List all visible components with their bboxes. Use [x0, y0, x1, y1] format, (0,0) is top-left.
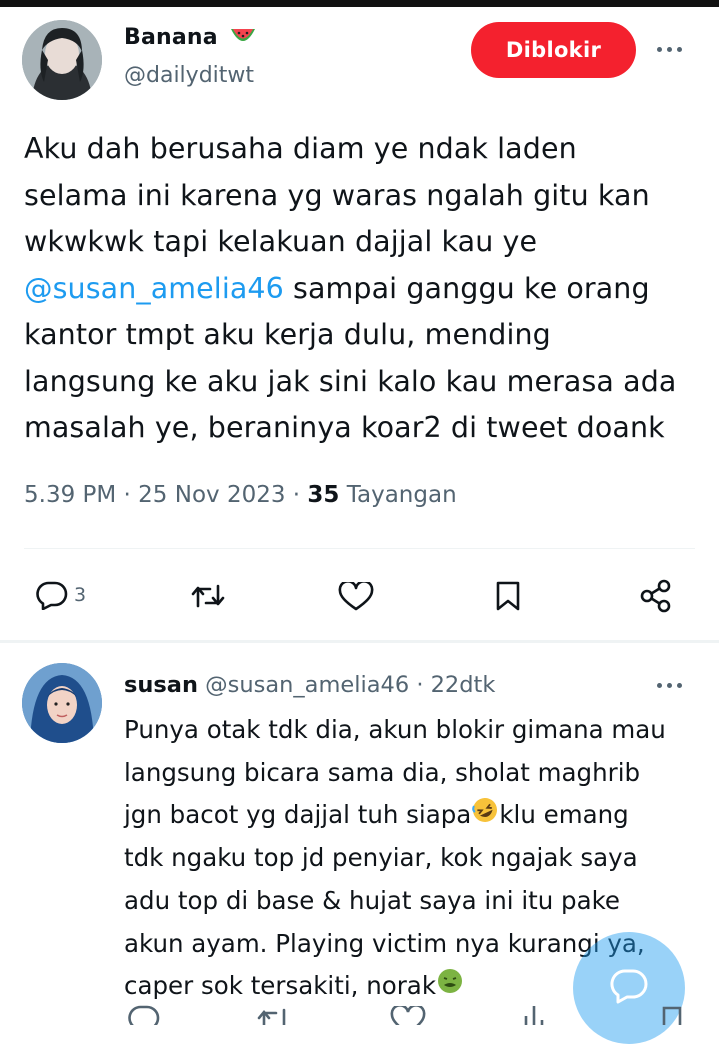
reply-button[interactable]: 3 [36, 580, 86, 610]
rofl-emoji-icon [471, 795, 499, 838]
retweet-button[interactable] [190, 582, 226, 610]
reply-time[interactable]: · 22dtk [416, 672, 495, 698]
retweet-icon[interactable] [256, 1006, 292, 1025]
compose-button[interactable] [573, 932, 685, 1044]
author-name[interactable]: Banana [124, 25, 256, 51]
reply-line-with-emoji: jgn bacot yg dajjal tuh siapa klu emang [124, 794, 714, 837]
heart-icon[interactable] [390, 1004, 426, 1025]
views-label: Tayangan [346, 482, 457, 508]
retweet-icon [190, 582, 226, 610]
heart-icon [338, 582, 374, 612]
reply-line: caper sok tersakiti, norak [124, 971, 437, 1001]
divider [24, 548, 695, 549]
author-handle[interactable]: @dailyditwt [124, 63, 254, 88]
more-options-icon[interactable] [649, 37, 689, 61]
tweet-line-with-mention: @susan_amelia46 sampai ganggu ke orang [24, 266, 714, 313]
tweet-line: Aku dah berusaha diam ye ndak laden [24, 132, 577, 165]
tweet-line: wkwkwk tapi kelakuan dajjal kau ye [24, 225, 538, 258]
tweet-meta: 5.39 PM · 25 Nov 2023 · 35 Tayangan [24, 482, 457, 508]
top-status-bar [0, 0, 719, 7]
watermelon-icon [230, 26, 256, 51]
like-button[interactable] [338, 582, 374, 612]
bookmark-button[interactable] [494, 580, 522, 612]
reply-author-name[interactable]: susan [124, 672, 198, 698]
reply-author-handle[interactable]: @susan_amelia46 [205, 672, 409, 698]
reply-action-bar [0, 1000, 719, 1025]
bookmark-icon [494, 580, 522, 612]
tweet-timestamp[interactable]: 5.39 PM · 25 Nov 2023 · [24, 482, 300, 508]
reply-header: susan @susan_amelia46 · 22dtk [124, 672, 495, 698]
blocked-button[interactable]: Diblokir [471, 22, 636, 78]
mention-link[interactable]: @susan_amelia46 [24, 272, 284, 305]
tweet-text: Aku dah berusaha diam ye ndak laden sela… [24, 126, 714, 452]
tweet-line: langsung ke aku jak sini kalo kau merasa… [24, 364, 677, 398]
reply-line: Punya otak tdk dia, akun blokir gimana m… [124, 715, 666, 744]
section-divider [0, 640, 719, 643]
reply-more-options-icon[interactable] [649, 673, 689, 697]
reply-line: langsung bicara sama dia, sholat maghrib [124, 757, 641, 787]
reply-line: tdk ngaku top jd penyiar, kok ngajak say… [124, 843, 638, 873]
reply-line: adu top di base & hujat saya ini itu pak… [124, 886, 621, 916]
reply-count: 3 [74, 584, 87, 606]
views-icon[interactable] [522, 1002, 546, 1025]
reply-icon[interactable] [128, 1004, 160, 1025]
author-avatar[interactable] [22, 20, 102, 100]
author-name-text: Banana [124, 25, 218, 50]
share-icon [638, 578, 674, 614]
reply-line: jgn bacot yg dajjal tuh siapa [124, 800, 472, 830]
reply-icon [36, 580, 68, 610]
share-button[interactable] [638, 578, 674, 614]
tweet-line: masalah ye, beraninya koar2 di tweet doa… [24, 411, 665, 444]
share-icon[interactable] [660, 1002, 684, 1025]
views-count: 35 [307, 482, 340, 508]
tweet-line: sampai ganggu ke orang [293, 271, 650, 305]
reply-avatar[interactable] [22, 663, 102, 743]
reply-line: klu emang [499, 800, 629, 830]
tweet-line: selama ini karena yg waras ngalah gitu k… [24, 178, 650, 212]
tweet-line: kantor tmpt aku kerja dulu, mending [24, 318, 551, 351]
